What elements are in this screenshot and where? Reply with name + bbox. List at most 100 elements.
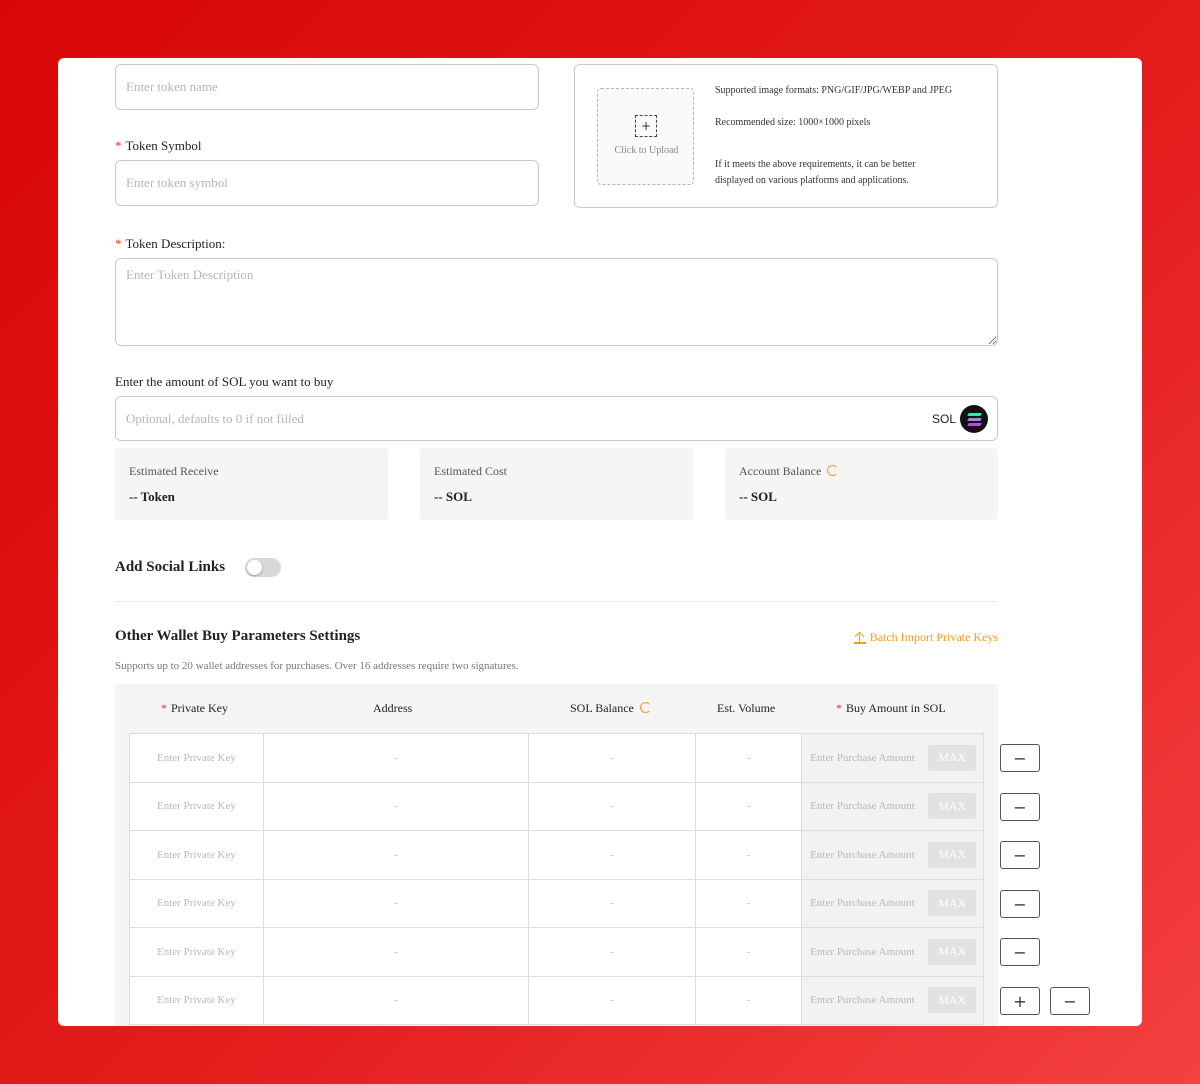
est-volume-cell: - (696, 976, 803, 1024)
private-key-input[interactable] (130, 879, 263, 927)
max-button[interactable]: MAX (928, 890, 977, 917)
est-volume-cell: - (696, 734, 803, 782)
sol-balance-cell: - (529, 831, 697, 879)
address-cell: - (264, 831, 529, 879)
address-cell: - (264, 782, 529, 830)
estimated-receive-card: Estimated Receive -- Token (115, 448, 388, 520)
table-row: - - - MAX (130, 734, 984, 783)
est-volume-cell: - (696, 928, 803, 976)
max-button[interactable]: MAX (928, 744, 977, 771)
sol-balance-cell: - (529, 879, 697, 927)
address-cell: - (264, 734, 529, 782)
header-est-volume: Est. Volume (717, 701, 776, 715)
buy-amount-cell: MAX (802, 831, 984, 879)
wallets-grid: - - - MAX - - - MAX - - - MAX - (129, 733, 984, 1025)
private-key-input[interactable] (130, 976, 263, 1024)
required-mark: * (115, 236, 122, 251)
solana-logo-icon (960, 405, 988, 433)
upload-note: If it meets the above requirements, it c… (715, 159, 916, 186)
max-button[interactable]: MAX (928, 987, 977, 1014)
table-row: - - - MAX (130, 976, 984, 1025)
buy-amount-input[interactable] (810, 879, 923, 927)
header-sol-balance: SOL Balance (570, 701, 651, 716)
stat-label: Estimated Cost (434, 464, 507, 478)
max-button[interactable]: MAX (928, 841, 977, 868)
refresh-icon[interactable] (827, 465, 839, 476)
private-key-input[interactable] (130, 831, 263, 879)
remove-row-button[interactable]: − (1050, 987, 1090, 1015)
remove-row-button[interactable]: − (1000, 841, 1040, 869)
stat-label: Account Balance (739, 464, 839, 479)
buy-amount-cell: MAX (802, 928, 984, 976)
remove-row-button[interactable]: − (1000, 744, 1040, 772)
header-address: Address (373, 701, 413, 715)
remove-row-button[interactable]: − (1000, 793, 1040, 821)
form-window: *Token Symbol + Click to Upload Supporte… (58, 58, 1142, 1026)
private-key-cell (130, 976, 264, 1024)
buy-amount-cell: MAX (802, 734, 984, 782)
social-links-toggle[interactable] (245, 558, 281, 577)
account-balance-card: Account Balance -- SOL (725, 448, 998, 520)
required-mark: * (115, 138, 122, 153)
upload-button[interactable]: + Click to Upload (597, 88, 694, 185)
private-key-cell (130, 879, 264, 927)
refresh-icon[interactable] (639, 702, 651, 713)
token-name-input[interactable] (115, 64, 539, 110)
wallets-title: Other Wallet Buy Parameters Settings (115, 628, 361, 644)
header-buy-amount: * Buy Amount in SOL (836, 701, 946, 715)
image-upload-card: + Click to Upload Supported image format… (574, 64, 998, 208)
private-key-input[interactable] (130, 928, 263, 976)
remove-row-button[interactable]: − (1000, 890, 1040, 918)
private-key-cell (130, 928, 264, 976)
private-key-cell (130, 782, 264, 830)
social-links-label: Add Social Links (115, 559, 226, 575)
stat-label: Estimated Receive (129, 464, 219, 478)
remove-row-button[interactable]: − (1000, 938, 1040, 966)
buy-amount-cell: MAX (802, 976, 984, 1024)
token-description-input[interactable] (115, 258, 998, 346)
wallets-subtitle: Supports up to 20 wallet addresses for p… (115, 660, 519, 672)
buy-amount-input[interactable] (810, 734, 923, 782)
sol-balance-cell: - (529, 928, 697, 976)
private-key-cell (130, 734, 264, 782)
buy-amount-input[interactable] (810, 928, 923, 976)
address-cell: - (264, 976, 529, 1024)
upload-size: Recommended size: 1000×1000 pixels (715, 117, 871, 128)
divider (115, 601, 998, 602)
sol-amount-label: Enter the amount of SOL you want to buy (115, 374, 334, 389)
buy-amount-input[interactable] (810, 976, 923, 1024)
max-button[interactable]: MAX (928, 938, 977, 965)
buy-amount-input[interactable] (810, 831, 923, 879)
sol-balance-cell: - (529, 782, 697, 830)
token-symbol-input[interactable] (115, 160, 539, 206)
sol-balance-cell: - (529, 976, 697, 1024)
table-row: - - - MAX (130, 879, 984, 928)
table-row: - - - MAX (130, 831, 984, 880)
toggle-knob (247, 560, 262, 575)
stat-value: -- SOL (434, 489, 472, 504)
upload-icon (853, 632, 866, 644)
upload-formats: Supported image formats: PNG/GIF/JPG/WEB… (715, 85, 953, 96)
wallets-table: * Private Key Address SOL Balance Est. Vo… (115, 684, 998, 1026)
buy-amount-cell: MAX (802, 782, 984, 830)
stat-value: -- Token (129, 489, 175, 504)
sol-suffix-text: SOL (931, 412, 956, 426)
estimated-cost-card: Estimated Cost -- SOL (420, 448, 693, 520)
token-symbol-label: * Token Symbol (115, 138, 202, 153)
upload-label: Click to Upload (614, 145, 679, 156)
sol-amount-field: SOL (115, 396, 998, 441)
private-key-input[interactable] (130, 782, 263, 830)
stat-value: -- SOL (739, 489, 777, 504)
sol-balance-cell: - (529, 734, 697, 782)
private-key-cell (130, 831, 264, 879)
address-cell: - (264, 879, 529, 927)
private-key-input[interactable] (130, 734, 263, 782)
est-volume-cell: - (696, 782, 803, 830)
est-volume-cell: - (696, 831, 803, 879)
add-row-button[interactable]: + (1000, 987, 1040, 1015)
buy-amount-input[interactable] (810, 782, 923, 830)
table-row: - - - MAX (130, 782, 984, 831)
batch-import-button[interactable]: Batch Import Private Keys (853, 630, 998, 645)
max-button[interactable]: MAX (928, 793, 977, 820)
sol-amount-input[interactable] (115, 396, 998, 441)
